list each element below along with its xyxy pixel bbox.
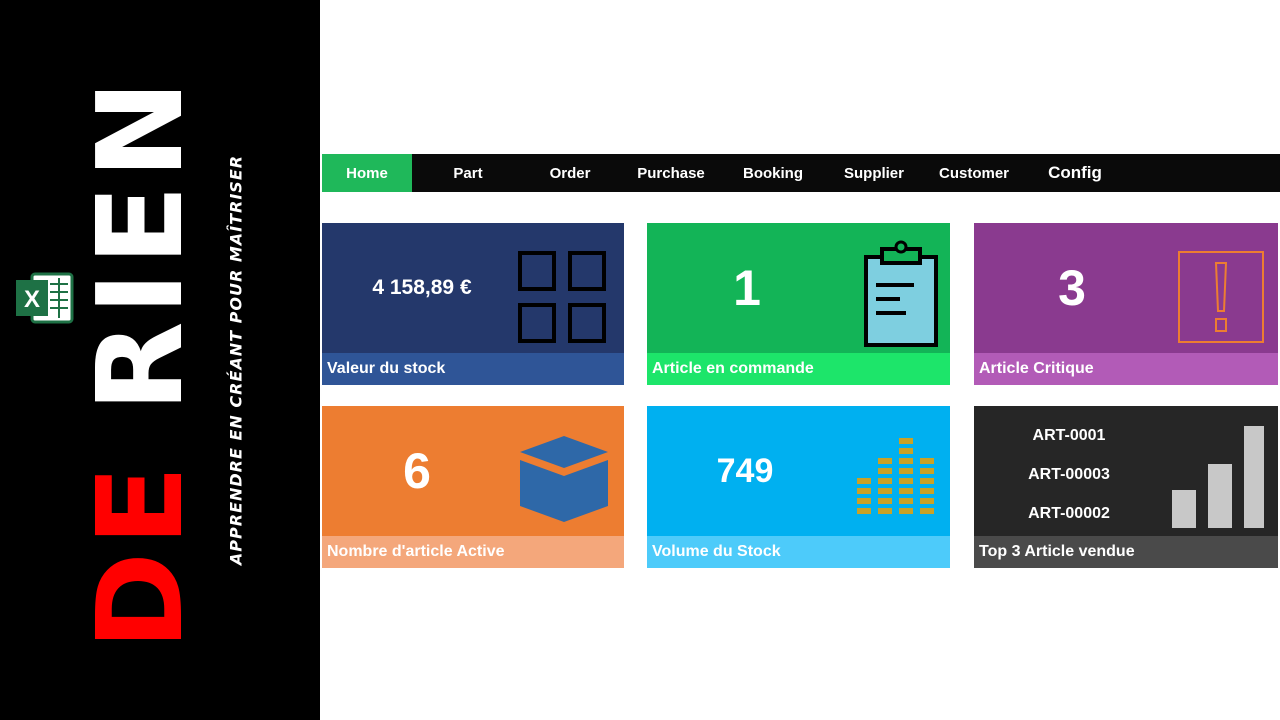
banner-title-part1: DE <box>71 459 209 650</box>
excel-logo-letter: X <box>24 286 40 313</box>
banner-tagline: APPRENDRE EN CRÉANT POUR MAÎTRISER <box>226 154 246 566</box>
bar-chart-icon <box>1172 426 1264 528</box>
top3-list: ART-0001 ART-00003 ART-00002 <box>1004 416 1134 533</box>
stack-bars-icon <box>857 438 934 514</box>
tile-active-articles-label: Nombre d'article Active <box>322 536 624 568</box>
nav-customer[interactable]: Customer <box>928 154 1020 192</box>
nav-part[interactable]: Part <box>412 154 524 192</box>
critical-articles-value: 3 <box>1058 260 1086 316</box>
tile-stock-value-label: Valeur du stock <box>322 353 624 385</box>
nav-supplier[interactable]: Supplier <box>820 154 928 192</box>
top3-item-3: ART-00002 <box>1028 504 1110 522</box>
stock-volume-value: 749 <box>716 451 774 490</box>
banner-title: DE RIEN <box>71 74 209 650</box>
stock-value: 4 158,89 € <box>372 276 472 299</box>
excel-icon: X <box>16 272 74 324</box>
box-icon <box>520 436 608 522</box>
tile-articles-ordered[interactable]: 1 Article en commande <box>647 223 950 385</box>
articles-ordered-value: 1 <box>733 260 761 316</box>
top3-item-1: ART-0001 <box>1032 426 1106 444</box>
branding-banner: DE RIEN APPRENDRE EN CRÉANT POUR MAÎTRIS… <box>0 0 320 720</box>
tile-stock-volume-label: Volume du Stock <box>647 536 950 568</box>
nav-booking[interactable]: Booking <box>726 154 820 192</box>
tile-top3-sold-label: Top 3 Article vendue <box>974 536 1278 568</box>
grid-icon <box>518 251 606 343</box>
nav-config[interactable]: Config <box>1020 154 1130 192</box>
tile-critical-articles[interactable]: 3 Article Critique <box>974 223 1278 385</box>
tile-articles-ordered-label: Article en commande <box>647 353 950 385</box>
nav-purchase[interactable]: Purchase <box>616 154 726 192</box>
nav-home[interactable]: Home <box>322 154 412 192</box>
top3-item-2: ART-00003 <box>1028 465 1110 483</box>
tile-stock-volume[interactable]: 749 Volume du Stock <box>647 406 950 568</box>
clipboard-icon <box>864 240 938 347</box>
tile-top3-sold[interactable]: ART-0001 ART-00003 ART-00002 Top 3 Artic… <box>974 406 1278 568</box>
active-articles-value: 6 <box>403 443 431 499</box>
main-nav: Home Part Order Purchase Booking Supplie… <box>322 154 1280 192</box>
banner-title-part2: RIEN <box>71 74 209 413</box>
tile-critical-articles-label: Article Critique <box>974 353 1278 385</box>
tile-active-articles[interactable]: 6 Nombre d'article Active <box>322 406 624 568</box>
exclamation-icon <box>1178 251 1264 343</box>
nav-order[interactable]: Order <box>524 154 616 192</box>
tile-stock-value[interactable]: 4 158,89 € Valeur du stock <box>322 223 624 385</box>
